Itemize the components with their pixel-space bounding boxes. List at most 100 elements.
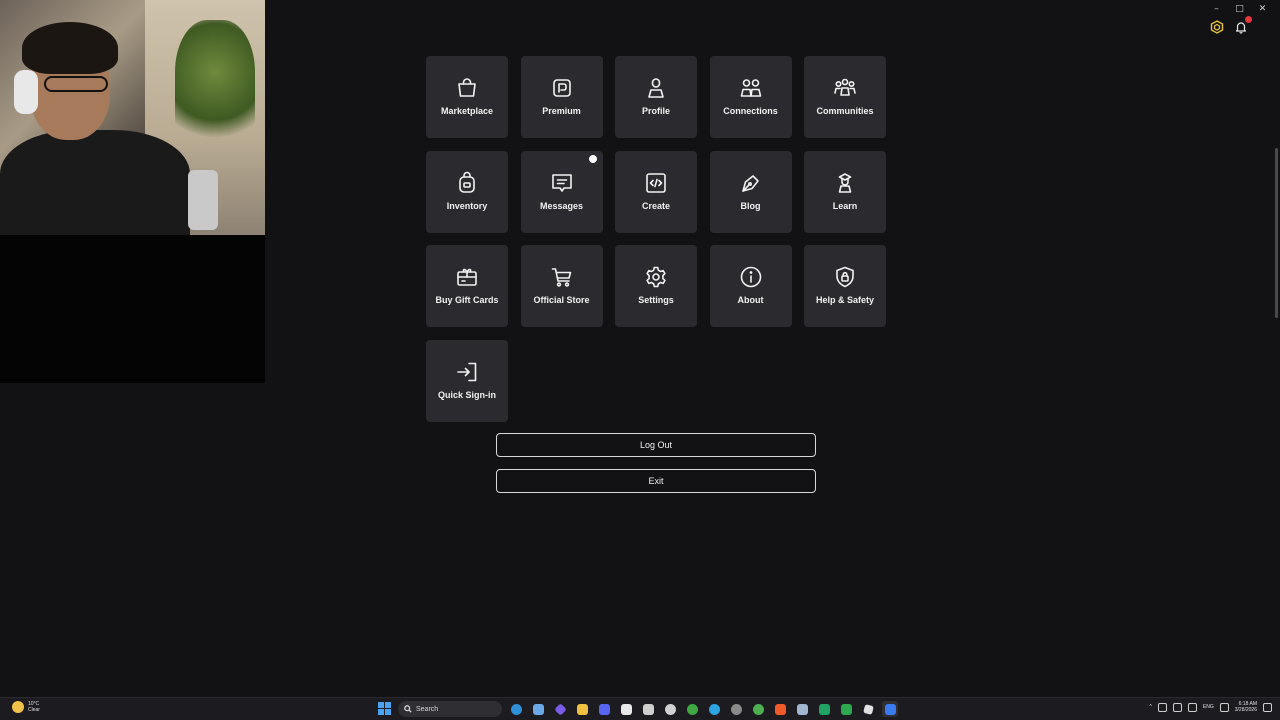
- tile-messages[interactable]: Messages: [520, 150, 603, 233]
- tile-profile[interactable]: Profile: [615, 56, 697, 138]
- tile-label: Learn: [832, 200, 858, 211]
- taskbar-apps: Search: [378, 701, 898, 717]
- weather-icon: [12, 701, 24, 713]
- battery-icon[interactable]: [1172, 702, 1182, 712]
- premium-icon: [550, 76, 574, 100]
- tile-communities[interactable]: Communities: [804, 56, 886, 138]
- tile-buy-gift-cards[interactable]: Buy Gift Cards: [426, 245, 508, 327]
- clock-date: 3/28/2026: [1234, 707, 1257, 713]
- messages-notification-dot: [588, 154, 597, 163]
- clock[interactable]: 6:18 AM 3/28/2026: [1235, 701, 1257, 713]
- tile-blog[interactable]: Blog: [709, 150, 792, 233]
- sign-in-icon: [455, 360, 479, 384]
- telegram-icon[interactable]: [706, 701, 722, 717]
- shopping-bag-icon: [455, 76, 479, 100]
- tile-label: Profile: [641, 106, 670, 116]
- tile-premium[interactable]: Premium: [520, 56, 603, 138]
- weather-desc: Clear: [28, 707, 40, 713]
- sheets-icon[interactable]: [838, 701, 854, 717]
- profile-icon: [644, 76, 668, 100]
- maximize-button[interactable]: □: [1228, 2, 1251, 16]
- discord-icon[interactable]: [596, 701, 612, 717]
- network-icon[interactable]: [1157, 702, 1167, 712]
- brave-icon[interactable]: [772, 701, 788, 717]
- gift-card-icon: [455, 265, 479, 289]
- tile-label: Premium: [542, 106, 581, 116]
- taskbar-search[interactable]: Search: [398, 701, 502, 717]
- exit-button[interactable]: Exit: [496, 469, 816, 493]
- backpack-icon: [455, 171, 479, 195]
- pen-nib-icon: [739, 171, 763, 195]
- chrome-icon[interactable]: [750, 701, 766, 717]
- tile-help-safety[interactable]: Help & Safety: [804, 245, 886, 327]
- plant-image: [175, 20, 255, 150]
- code-icon: [644, 171, 668, 195]
- search-placeholder: Search: [416, 705, 439, 713]
- minimize-button[interactable]: –: [1205, 2, 1228, 16]
- tile-inventory[interactable]: Inventory: [426, 150, 508, 233]
- notifications-button[interactable]: [1234, 16, 1252, 34]
- language-indicator[interactable]: ENG: [1203, 704, 1214, 710]
- tile-label: Quick Sign-in: [437, 389, 496, 400]
- search-icon: [404, 705, 412, 713]
- tile-quick-sign-in[interactable]: Quick Sign-in: [426, 339, 508, 422]
- notification-center-icon[interactable]: [1263, 702, 1272, 712]
- start-icon[interactable]: [378, 702, 392, 716]
- graduation-icon: [833, 171, 857, 195]
- tile-label: Communities: [816, 106, 874, 116]
- windows-taskbar: 10°C Clear Search ^ ENG 6:18 AM 3/28/202…: [0, 697, 1280, 720]
- shield-lock-icon: [833, 265, 857, 289]
- xbox-icon[interactable]: [684, 701, 700, 717]
- connections-icon: [739, 76, 763, 100]
- tile-label: Marketplace: [440, 106, 494, 116]
- tile-connections[interactable]: Connections: [709, 56, 792, 138]
- settings-app-icon[interactable]: [728, 701, 744, 717]
- tile-label: Buy Gift Cards: [435, 295, 499, 305]
- message-icon: [550, 171, 574, 195]
- webcam-feed: [0, 0, 265, 235]
- file-manager-icon[interactable]: [530, 701, 546, 717]
- edge-icon[interactable]: [508, 701, 524, 717]
- tile-marketplace[interactable]: Marketplace: [426, 56, 508, 138]
- scrollbar[interactable]: [1275, 148, 1278, 318]
- steam-icon[interactable]: [794, 701, 810, 717]
- menu-grid: Marketplace Premium Profile Connections …: [426, 56, 886, 422]
- tile-label: Messages: [539, 200, 584, 211]
- tile-label: Blog: [740, 200, 761, 211]
- robux-icon[interactable]: [1210, 20, 1224, 34]
- excel-icon[interactable]: [816, 701, 832, 717]
- weather-widget[interactable]: 10°C Clear: [12, 701, 40, 713]
- headphones-image: [14, 70, 38, 114]
- system-tray: ^ ENG 6:18 AM 3/28/2026: [1150, 701, 1272, 713]
- media-icon[interactable]: [552, 701, 568, 717]
- close-button[interactable]: ✕: [1251, 2, 1274, 16]
- tile-label: Create: [641, 200, 670, 211]
- gear-icon: [644, 265, 668, 289]
- notification-badge: [1245, 16, 1252, 23]
- microphone-image: [188, 170, 218, 230]
- log-out-button[interactable]: Log Out: [496, 433, 816, 457]
- chevron-up-icon[interactable]: ^: [1150, 704, 1152, 710]
- communities-icon: [833, 76, 857, 100]
- tile-about[interactable]: About: [709, 245, 792, 327]
- tile-settings[interactable]: Settings: [615, 245, 697, 327]
- tile-label: Official Store: [533, 295, 590, 305]
- tile-label: Inventory: [446, 200, 488, 211]
- capture-icon[interactable]: [640, 701, 656, 717]
- tile-create[interactable]: Create: [615, 150, 697, 233]
- roblox-icon[interactable]: [882, 701, 898, 717]
- tile-official-store[interactable]: Official Store: [520, 245, 603, 327]
- tile-label: About: [737, 295, 764, 305]
- folder-icon[interactable]: [574, 701, 590, 717]
- tile-label: Connections: [723, 106, 778, 116]
- wifi-icon[interactable]: [1219, 702, 1229, 712]
- tile-label: Help & Safety: [815, 295, 875, 305]
- roblox-studio-icon[interactable]: [860, 701, 876, 717]
- info-icon: [739, 265, 763, 289]
- tile-learn[interactable]: Learn: [804, 150, 886, 233]
- volume-icon[interactable]: [1187, 702, 1197, 712]
- cart-icon: [550, 265, 574, 289]
- obs-icon[interactable]: [662, 701, 678, 717]
- notes-icon[interactable]: [618, 701, 634, 717]
- tile-label: Settings: [638, 295, 674, 305]
